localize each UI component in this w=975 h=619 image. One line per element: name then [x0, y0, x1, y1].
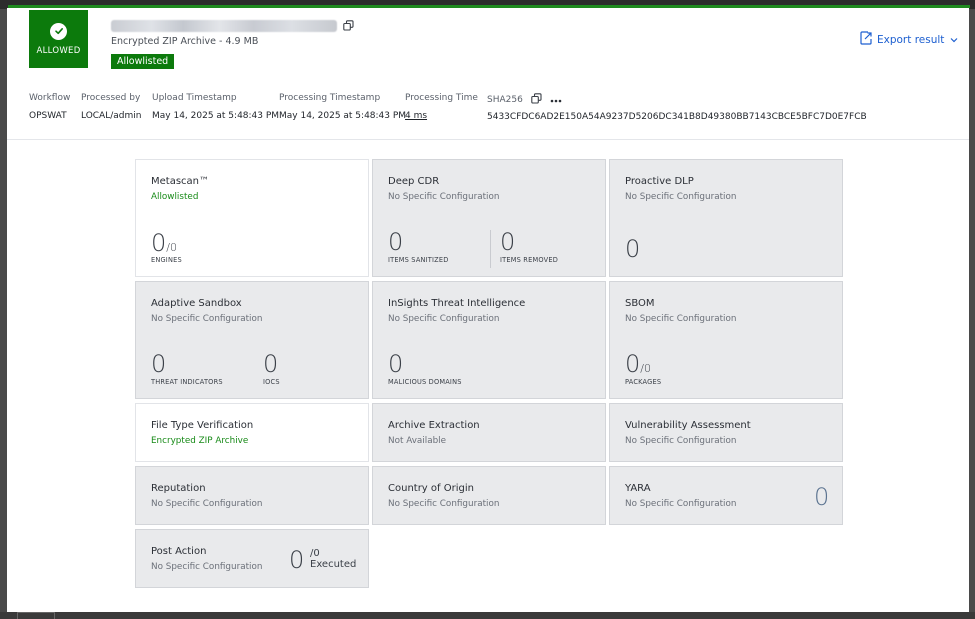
card-title: YARA [625, 483, 651, 494]
export-result-button[interactable]: Export result [860, 31, 958, 48]
more-options-icon[interactable] [550, 97, 562, 103]
card-yara[interactable]: YARA No Specific Configuration 0 [609, 466, 843, 525]
threat-indicators-count: 0 [151, 350, 167, 378]
card-title: Adaptive Sandbox [151, 298, 242, 309]
card-status: Not Available [388, 436, 447, 446]
workflow-label: Workflow [29, 93, 71, 103]
card-title: Country of Origin [388, 483, 474, 494]
items-sanitized-count: 0 [388, 228, 404, 256]
sha256-label: SHA256 [487, 95, 523, 105]
allowlisted-badge: Allowlisted [111, 54, 175, 69]
scan-result-dialog: ALLOWED Encrypted ZIP Archive - 4.9 MB A… [7, 8, 969, 612]
meta-processed-by: Processed by LOCAL/admin [81, 93, 141, 121]
card-vulnerability-assessment[interactable]: Vulnerability Assessment No Specific Con… [609, 403, 843, 462]
dlp-count: 0 [625, 235, 641, 263]
card-adaptive-sandbox[interactable]: Adaptive Sandbox No Specific Configurati… [135, 281, 369, 399]
card-status: No Specific Configuration [625, 314, 737, 324]
card-title: Deep CDR [388, 176, 440, 187]
items-removed-count: 0 [500, 228, 516, 256]
file-subtitle: Encrypted ZIP Archive - 4.9 MB [111, 36, 259, 47]
packages-count: 0/0 [625, 350, 651, 378]
verdict-label: ALLOWED [36, 45, 81, 56]
post-action-count: 0 [289, 546, 305, 574]
packages-caption: PACKAGES [625, 378, 662, 386]
meta-processing-time: Processing Time 4 ms [405, 93, 478, 121]
card-title: File Type Verification [151, 420, 254, 431]
engines-caption: ENGINES [151, 256, 182, 264]
card-title: InSights Threat Intelligence [388, 298, 526, 309]
iocs-caption: IOCS [263, 378, 280, 386]
processing-time-label: Processing Time [405, 93, 478, 103]
malicious-domains-count: 0 [388, 350, 404, 378]
processing-timestamp-label: Processing Timestamp [279, 93, 381, 103]
copy-filename-icon[interactable] [343, 16, 354, 35]
card-title: Reputation [151, 483, 206, 494]
card-reputation[interactable]: Reputation No Specific Configuration [135, 466, 369, 525]
card-status: Encrypted ZIP Archive [151, 436, 249, 446]
card-proactive-dlp[interactable]: Proactive DLP No Specific Configuration … [609, 159, 843, 277]
card-sbom[interactable]: SBOM No Specific Configuration 0/0 PACKA… [609, 281, 843, 399]
engines-total: /0 [166, 241, 177, 254]
processing-timestamp-value: May 14, 2025 at 5:48:43 PM [279, 111, 407, 121]
card-post-action[interactable]: Post Action No Specific Configuration 0 … [135, 529, 369, 588]
iocs-count: 0 [263, 350, 279, 378]
file-name-row [111, 16, 354, 35]
upload-timestamp-label: Upload Timestamp [152, 93, 237, 103]
card-title: Proactive DLP [625, 176, 694, 187]
meta-workflow: Workflow OPSWAT [29, 93, 70, 121]
card-title: Vulnerability Assessment [625, 420, 751, 431]
card-status: No Specific Configuration [151, 499, 263, 509]
window-bottom-strip [0, 612, 975, 619]
stat-divider [490, 230, 491, 268]
card-status: No Specific Configuration [151, 314, 263, 324]
redacted-file-name [111, 19, 337, 32]
card-country-of-origin[interactable]: Country of Origin No Specific Configurat… [372, 466, 606, 525]
meta-processing-timestamp: Processing Timestamp May 14, 2025 at 5:4… [279, 93, 406, 121]
post-action-total: /0 [310, 548, 320, 559]
card-insights-threat-intelligence[interactable]: InSights Threat Intelligence No Specific… [372, 281, 606, 399]
workflow-value: OPSWAT [29, 111, 67, 121]
malicious-domains-caption: MALICIOUS DOMAINS [388, 378, 462, 386]
post-action-executed: /0 Executed [310, 548, 356, 570]
verdict-badge: ALLOWED [29, 10, 88, 68]
card-status: No Specific Configuration [625, 192, 737, 202]
card-file-type-verification[interactable]: File Type Verification Encrypted ZIP Arc… [135, 403, 369, 462]
sha256-value: 5433CFDC6AD2E150A54A9237D5206DC341B8D493… [487, 112, 867, 122]
post-action-executed-label: Executed [310, 559, 357, 570]
card-status: No Specific Configuration [388, 499, 500, 509]
export-result-label: Export result [877, 33, 945, 46]
card-metascan[interactable]: Metascan™ Allowlisted 0/0 ENGINES [135, 159, 369, 277]
bottom-tab [17, 612, 55, 619]
card-title: Metascan™ [151, 176, 210, 187]
card-deep-cdr[interactable]: Deep CDR No Specific Configuration 0 ITE… [372, 159, 606, 277]
card-archive-extraction[interactable]: Archive Extraction Not Available [372, 403, 606, 462]
upload-timestamp-value: May 14, 2025 at 5:48:43 PM [152, 111, 280, 121]
copy-sha256-icon[interactable] [531, 93, 542, 107]
card-title: Archive Extraction [388, 420, 480, 431]
card-status: No Specific Configuration [151, 562, 263, 572]
meta-upload-timestamp: Upload Timestamp May 14, 2025 at 5:48:43… [152, 93, 279, 121]
yara-count: 0 [814, 483, 830, 511]
card-title: SBOM [625, 298, 655, 309]
card-status: No Specific Configuration [625, 436, 737, 446]
chevron-down-icon [950, 34, 958, 46]
processed-by-label: Processed by [81, 93, 141, 103]
threat-indicators-caption: THREAT INDICATORS [151, 378, 223, 386]
packages-total: /0 [640, 362, 651, 375]
card-status: No Specific Configuration [388, 192, 500, 202]
engine-cards-grid: Metascan™ Allowlisted 0/0 ENGINES Deep C… [135, 159, 843, 589]
card-status: No Specific Configuration [625, 499, 737, 509]
card-title: Post Action [151, 546, 207, 557]
processing-time-link[interactable]: 4 ms [405, 111, 478, 121]
check-circle-icon [50, 22, 67, 40]
items-removed-caption: ITEMS REMOVED [500, 256, 558, 264]
processed-by-value: LOCAL/admin [81, 111, 142, 121]
items-sanitized-caption: ITEMS SANITIZED [388, 256, 449, 264]
card-status: Allowlisted [151, 192, 199, 202]
header-divider [7, 139, 969, 140]
meta-sha256: SHA256 5433CFDC6AD2E150A54A9237D5206DC34… [487, 93, 867, 122]
card-status: No Specific Configuration [388, 314, 500, 324]
export-icon [860, 31, 872, 48]
